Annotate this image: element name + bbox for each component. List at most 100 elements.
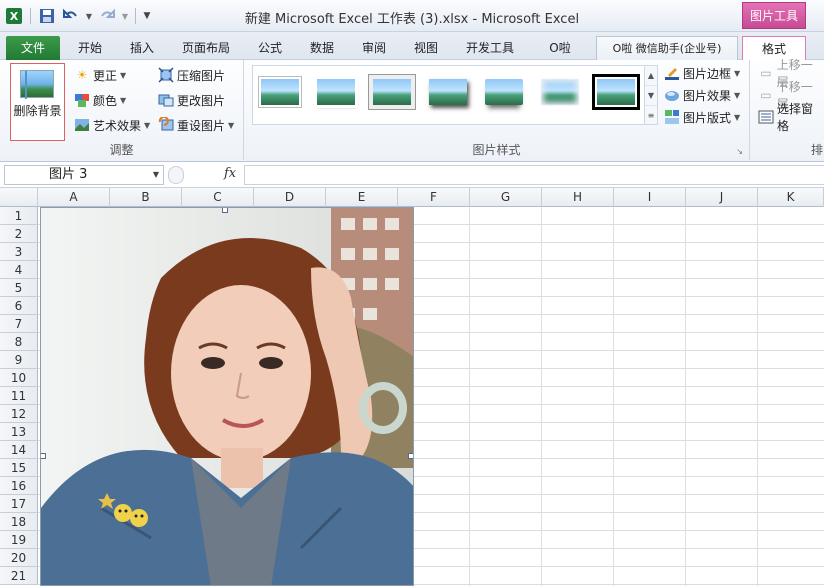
- selection-pane-button[interactable]: 选择窗格: [758, 102, 824, 133]
- picture-effects-label: 图片效果: [683, 88, 732, 103]
- name-box[interactable]: 图片 3 ▼: [4, 165, 164, 185]
- column-header-a[interactable]: A: [38, 188, 110, 207]
- remove-background-icon: [20, 70, 54, 99]
- compress-pictures-button[interactable]: 压缩图片: [158, 64, 225, 86]
- row-header[interactable]: 16: [0, 477, 38, 495]
- picture-layout-icon: [664, 109, 680, 125]
- row-header[interactable]: 15: [0, 459, 38, 477]
- column-header-d[interactable]: D: [254, 188, 326, 207]
- column-header-k[interactable]: K: [758, 188, 824, 207]
- picture-tools-header: 图片工具: [742, 2, 806, 29]
- formula-bar-resize-handle[interactable]: [168, 166, 184, 184]
- picture-border-button[interactable]: 图片边框 ▼: [664, 62, 740, 84]
- picture-style-thumb[interactable]: [483, 76, 525, 110]
- change-picture-label: 更改图片: [177, 93, 226, 108]
- row-header[interactable]: 4: [0, 261, 38, 279]
- select-all-corner[interactable]: [0, 188, 38, 207]
- column-header-j[interactable]: J: [686, 188, 758, 207]
- ribbon: 删除背景 ☀ 更正 ▼ 颜色 ▼ 艺术效果 ▼ 压缩图片 更改图片 重设图片 ▼…: [0, 58, 824, 162]
- reset-picture-icon: [158, 117, 174, 133]
- selected-picture[interactable]: [40, 207, 414, 586]
- insert-function-icon[interactable]: fx: [224, 166, 236, 181]
- color-label: 颜色: [93, 93, 118, 108]
- column-headers: A B C D E F G H I J K: [0, 188, 824, 207]
- row-header[interactable]: 9: [0, 351, 38, 369]
- picture-style-thumb[interactable]: [371, 76, 413, 110]
- tab-review[interactable]: 审阅: [350, 36, 398, 60]
- column-header-h[interactable]: H: [542, 188, 614, 207]
- column-header-g[interactable]: G: [470, 188, 542, 207]
- row-header[interactable]: 7: [0, 315, 38, 333]
- picture-style-thumb[interactable]: [315, 76, 357, 110]
- picture-style-thumb[interactable]: [427, 76, 469, 110]
- name-box-dropdown-icon[interactable]: ▼: [153, 166, 159, 184]
- row-header[interactable]: 18: [0, 513, 38, 531]
- picture-effects-button[interactable]: 图片效果 ▼: [664, 84, 740, 106]
- formula-input[interactable]: [244, 165, 824, 185]
- picture-style-thumb[interactable]: [259, 76, 301, 110]
- row-header[interactable]: 8: [0, 333, 38, 351]
- row-header[interactable]: 12: [0, 405, 38, 423]
- tab-page-layout[interactable]: 页面布局: [170, 36, 242, 60]
- row-header[interactable]: 19: [0, 531, 38, 549]
- resize-handle[interactable]: [222, 208, 228, 213]
- dialog-launcher-icon[interactable]: ↘: [736, 147, 743, 156]
- row-header[interactable]: 11: [0, 387, 38, 405]
- compress-icon: [158, 67, 174, 83]
- picture-layout-button[interactable]: 图片版式 ▼: [664, 106, 740, 128]
- tab-file[interactable]: 文件: [6, 36, 60, 60]
- row-header[interactable]: 21: [0, 567, 38, 585]
- corrections-button[interactable]: ☀ 更正 ▼: [74, 64, 127, 86]
- picture-style-thumb[interactable]: [539, 76, 581, 110]
- tab-view[interactable]: 视图: [402, 36, 450, 60]
- selection-pane-icon: [758, 109, 774, 125]
- picture-style-thumb-selected[interactable]: [595, 76, 637, 110]
- column-header-i[interactable]: I: [614, 188, 686, 207]
- color-palette-icon: [74, 92, 90, 108]
- row-header[interactable]: 17: [0, 495, 38, 513]
- column-header-c[interactable]: C: [182, 188, 254, 207]
- row-header[interactable]: 1: [0, 207, 38, 225]
- row-header[interactable]: 10: [0, 369, 38, 387]
- arrange-group: ▭ 上移一层 ▭ 下移一层 选择窗格 排: [750, 58, 824, 160]
- row-header[interactable]: 13: [0, 423, 38, 441]
- picture-effects-icon: [664, 87, 680, 103]
- tab-insert[interactable]: 插入: [118, 36, 166, 60]
- gallery-down-icon[interactable]: ▼: [645, 86, 657, 106]
- tab-home[interactable]: 开始: [66, 36, 114, 60]
- adjust-group-label: 调整: [109, 143, 134, 157]
- formula-bar: 图片 3 ▼ fx: [0, 163, 824, 188]
- row-header[interactable]: 2: [0, 225, 38, 243]
- dropdown-arrow-icon: ▼: [120, 70, 127, 80]
- remove-background-label: 删除背景: [13, 104, 62, 118]
- dropdown-arrow-icon: ▼: [734, 112, 741, 122]
- row-header[interactable]: 6: [0, 297, 38, 315]
- row-header[interactable]: 14: [0, 441, 38, 459]
- tab-ola[interactable]: O啦: [530, 36, 590, 60]
- column-header-f[interactable]: F: [398, 188, 470, 207]
- row-header[interactable]: 3: [0, 243, 38, 261]
- tab-formulas[interactable]: 公式: [246, 36, 294, 60]
- tab-developer[interactable]: 开发工具: [454, 36, 526, 60]
- color-button[interactable]: 颜色 ▼: [74, 89, 126, 111]
- row-header[interactable]: 5: [0, 279, 38, 297]
- artistic-effects-button[interactable]: 艺术效果 ▼: [74, 114, 150, 136]
- pen-border-icon: [664, 65, 680, 81]
- sun-icon: ☀: [76, 68, 88, 82]
- column-header-b[interactable]: B: [110, 188, 182, 207]
- change-picture-button[interactable]: 更改图片: [158, 89, 225, 111]
- reset-picture-button[interactable]: 重设图片 ▼: [158, 114, 234, 136]
- title-bar: X ▼ ▼ ▼ 新建 Microsoft Excel 工作表 (3).xlsx …: [0, 0, 824, 32]
- resize-handle[interactable]: [408, 453, 413, 459]
- row-header[interactable]: 20: [0, 549, 38, 567]
- resize-handle[interactable]: [41, 453, 46, 459]
- column-header-e[interactable]: E: [326, 188, 398, 207]
- tab-ola-wechat-helper[interactable]: O啦 微信助手(企业号): [596, 36, 738, 60]
- change-picture-icon: [158, 92, 174, 108]
- dropdown-arrow-icon: ▼: [144, 120, 151, 130]
- ribbon-tab-row: 文件 开始 插入 页面布局 公式 数据 审阅 视图 开发工具 O啦 O啦 微信助…: [0, 32, 824, 61]
- gallery-up-icon[interactable]: ▲: [645, 66, 657, 86]
- remove-background-button[interactable]: 删除背景: [10, 63, 65, 141]
- tab-data[interactable]: 数据: [298, 36, 346, 60]
- gallery-more-icon[interactable]: ≡: [645, 106, 657, 126]
